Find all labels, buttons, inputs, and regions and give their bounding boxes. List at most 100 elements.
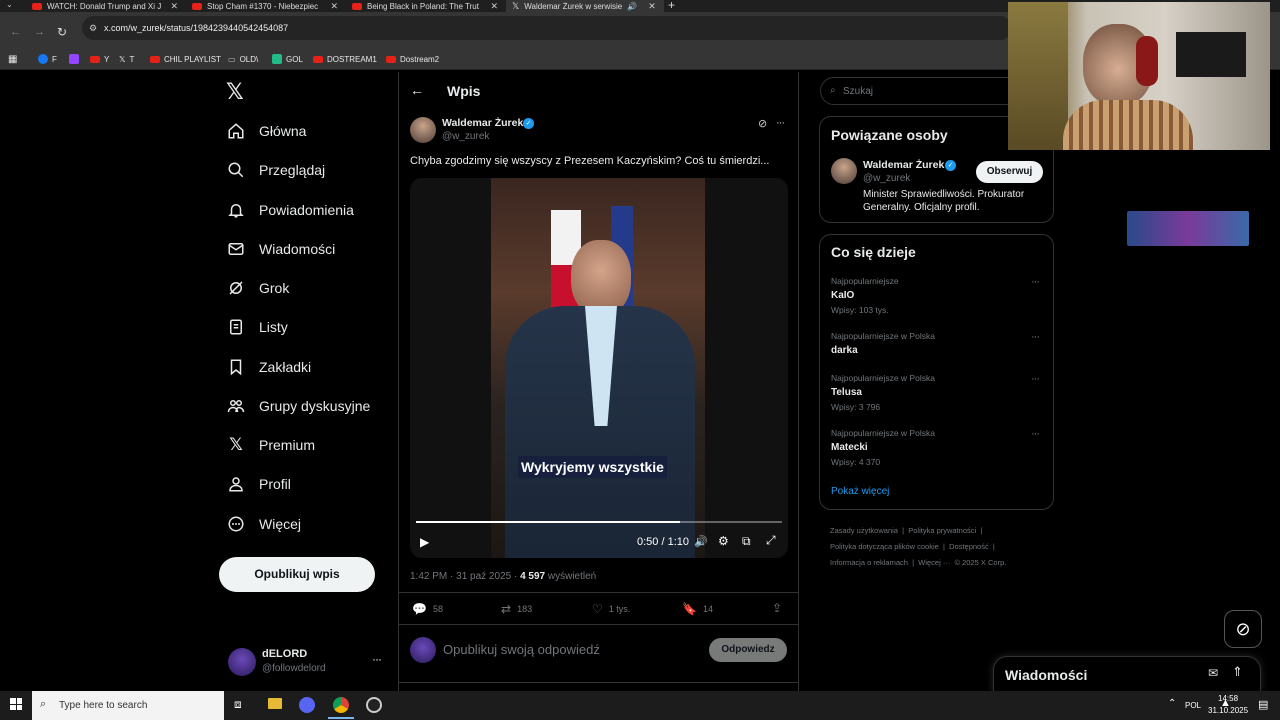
window-image [1008, 2, 1068, 150]
close-tab-icon[interactable]: ✕ [170, 1, 178, 12]
forward-icon[interactable]: → [34, 26, 45, 38]
nav-premium[interactable]: 𝕏 Premium [227, 432, 315, 458]
play-icon[interactable]: ▶ [420, 535, 429, 549]
nav-more[interactable]: Więcej [227, 511, 301, 537]
bookmark-x[interactable]: 𝕏T [119, 50, 134, 68]
search-input[interactable]: ⌕ Szukaj [820, 77, 1020, 105]
site-info-icon[interactable]: ⚙ [89, 16, 97, 40]
repost-button[interactable]: ⇄ 183 [501, 602, 532, 616]
repost-icon: ⇄ [501, 602, 512, 616]
messages-drawer[interactable]: Wiadomości ✉ ⇑ [993, 656, 1261, 692]
bookmark-button[interactable]: 🔖 14 [682, 602, 713, 616]
bookmark-dostream1[interactable]: DOSTREAM1 [313, 50, 377, 68]
more-icon[interactable]: ··· [372, 652, 382, 666]
close-tab-icon[interactable]: ✕ [648, 1, 656, 12]
grok-icon[interactable]: ⊘ [758, 117, 767, 130]
trend-item[interactable]: Najpopularniejsze w Polska darka [831, 331, 1041, 356]
nav-explore[interactable]: Przeglądaj [227, 157, 325, 183]
video-progress-track[interactable] [416, 521, 782, 523]
reply-button[interactable]: 💬 58 [412, 602, 443, 616]
tab-3[interactable]: Being Black in Poland: The Trut ✕ [346, 0, 504, 12]
gol-icon [272, 54, 282, 64]
close-tab-icon[interactable]: ✕ [330, 1, 338, 12]
share-icon[interactable]: ⇪ [772, 601, 782, 615]
twitch-icon [68, 54, 79, 64]
footer-links: Zasady użytkowania | Polityka prywatnośc… [830, 526, 1007, 567]
expand-icon[interactable]: ⇑ [1232, 664, 1243, 680]
file-explorer-icon[interactable] [268, 698, 282, 709]
close-tab-icon[interactable]: ✕ [490, 1, 498, 12]
grok-fab[interactable]: ⊘ [1224, 610, 1262, 648]
new-message-icon[interactable]: ✉ [1208, 666, 1218, 680]
nav-communities[interactable]: Grupy dyskusyjne [227, 393, 370, 419]
reply-submit-button[interactable]: Odpowiedz [709, 638, 787, 662]
discord-icon[interactable] [299, 697, 315, 713]
notifications-icon[interactable]: ▤ [1258, 698, 1268, 711]
apps-icon[interactable]: ▦ [8, 50, 17, 68]
url-bar[interactable]: ⚙ x.com/w_zurek/status/198423944054245408… [82, 16, 1012, 40]
video-progress-fill [416, 521, 680, 523]
nav-lists[interactable]: Listy [227, 314, 288, 340]
bell-icon [228, 204, 244, 218]
tab-list-button[interactable]: ⌄ [6, 0, 13, 9]
new-tab-button[interactable]: + [668, 0, 675, 12]
pip-icon[interactable]: ⧉ [742, 534, 751, 549]
more-icon[interactable]: ··· [776, 117, 785, 129]
nav-messages[interactable]: Wiadomości [227, 236, 335, 262]
more-icon[interactable]: ··· [1031, 428, 1040, 440]
chrome-icon[interactable] [333, 697, 349, 713]
account-switcher[interactable]: dELORD @followdelord ··· [226, 646, 386, 678]
fullscreen-icon[interactable]: ⤢ [766, 533, 776, 548]
back-icon[interactable]: ← [10, 26, 21, 38]
obs-icon[interactable] [366, 697, 382, 713]
trend-item[interactable]: Najpopularniejsze w Polska Telusa Wpisy:… [831, 373, 1041, 412]
author-avatar[interactable] [410, 117, 436, 143]
author-handle[interactable]: @w_zurek [442, 131, 489, 142]
video-player[interactable]: Wykryjemy wszystkie ▶ 0:50 / 1:10 🔊 ⚙ ⧉ … [410, 178, 788, 558]
reload-icon[interactable]: ↻ [57, 25, 67, 39]
tab-4[interactable]: 𝕏 Waldemar Żurek w serwisie 🔊 ✕ [506, 0, 664, 12]
tab-2[interactable]: Stop Cham #1370 - Niebezpiec ✕ [186, 0, 344, 12]
settings-icon[interactable]: ⚙ [718, 534, 729, 548]
show-more-link[interactable]: Pokaż więcej [831, 486, 889, 497]
more-icon[interactable]: ··· [1031, 331, 1040, 343]
bookmark-dostream2[interactable]: Dostream2 [386, 50, 439, 68]
column-divider [398, 72, 399, 691]
volume-icon[interactable]: 🔊 [694, 535, 708, 548]
follow-button[interactable]: Obserwuj [976, 161, 1043, 183]
nav-bookmarks[interactable]: Zakładki [227, 354, 311, 380]
windows-start-icon[interactable] [10, 698, 22, 710]
nav-grok[interactable]: Grok [227, 275, 289, 301]
bookmark-youtube[interactable]: Y [90, 50, 109, 68]
trend-item[interactable]: Najpopularniejsze w Polska Matecki Wpisy… [831, 428, 1041, 467]
tray-chevron-icon[interactable]: ⌃ [1168, 698, 1176, 709]
language-indicator[interactable]: POL [1185, 701, 1201, 710]
youtube-icon [386, 55, 396, 63]
related-avatar[interactable] [831, 158, 857, 184]
taskbar-search[interactable]: ⌕ Type here to search [32, 691, 224, 720]
post-button[interactable]: Opublikuj wpis [219, 557, 375, 592]
back-arrow-icon[interactable]: ← [410, 82, 424, 98]
more-icon[interactable]: ··· [1031, 373, 1040, 385]
nav-profile[interactable]: Profil [227, 471, 291, 497]
reply-input[interactable]: Opublikuj swoją odpowiedź [443, 642, 693, 657]
x-logo-icon: 𝕏 [512, 0, 520, 11]
like-button[interactable]: ♡ 1 tys. [592, 602, 630, 616]
bookmark-facebook[interactable]: F [38, 50, 79, 68]
bookmark-folder-old[interactable]: ▭ OLD\ [228, 50, 258, 68]
page-title: Wpis [447, 83, 481, 99]
author-name[interactable]: Waldemar Żurek [442, 117, 523, 129]
task-view-icon[interactable]: ⧈ [234, 697, 242, 712]
bookmark-gol[interactable]: GOL [272, 50, 303, 68]
speaker-icon[interactable]: 🔊 [627, 2, 637, 11]
bookmark-chil-playlist[interactable]: CHIL PLAYLIST [150, 50, 221, 68]
tab-1[interactable]: WATCH: Donald Trump and Xi J ✕ [26, 0, 184, 12]
more-icon[interactable]: ··· [1031, 276, 1040, 288]
divider [399, 682, 798, 683]
x-logo-icon[interactable]: 𝕏 [226, 79, 244, 105]
nav-notifications[interactable]: Powiadomienia [227, 197, 354, 223]
reply-avatar [410, 637, 436, 663]
trend-item[interactable]: Najpopularniejsze KaIO Wpisy: 103 tys. [831, 276, 1041, 315]
webcam-overlay [1008, 2, 1270, 150]
nav-home[interactable]: Główna [227, 118, 306, 144]
